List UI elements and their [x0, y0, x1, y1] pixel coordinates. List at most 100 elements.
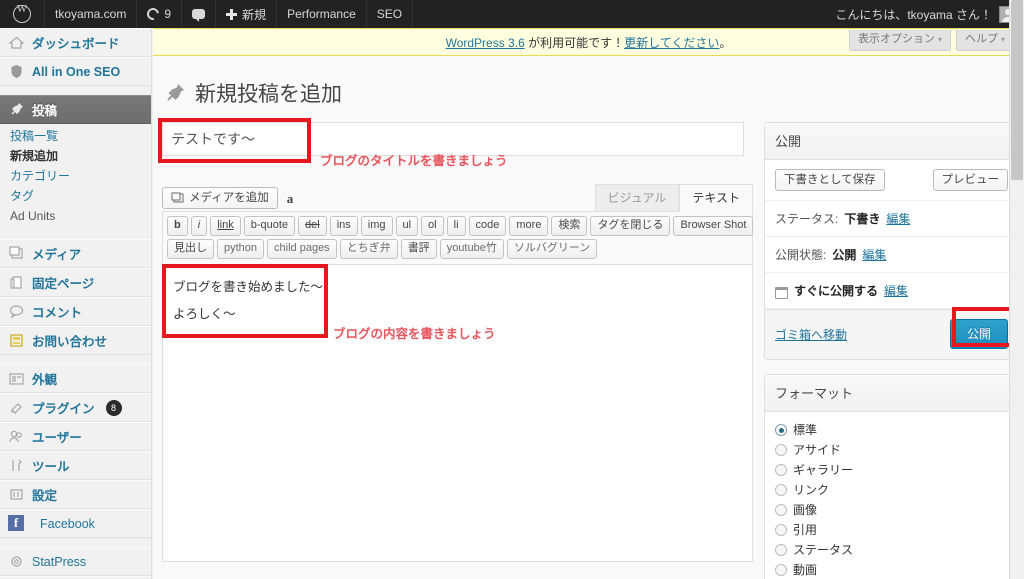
radio-icon[interactable]: [775, 464, 787, 476]
pin-icon: [8, 101, 25, 118]
add-media-button[interactable]: メディアを追加: [162, 186, 278, 209]
post-content-textarea[interactable]: ブログを書き始めました〜 よろしく〜 ブログの内容を書きましょう: [162, 264, 753, 562]
sidebar-item-appearance[interactable]: 外観: [0, 364, 151, 393]
qt-button-browser-shot[interactable]: Browser Shot: [673, 216, 754, 236]
qt-button-li[interactable]: li: [446, 216, 466, 236]
updates-menu[interactable]: 9: [137, 0, 183, 28]
site-name-menu[interactable]: tkoyama.com: [45, 0, 138, 28]
qt-button-heading[interactable]: 見出し: [167, 239, 214, 259]
sidebar-item-tools[interactable]: ツール: [0, 451, 151, 480]
admin-sidebar: ダッシュボード All in One SEO 投稿 投稿一覧 新規追加 カテゴリ…: [0, 28, 152, 579]
update-now-link[interactable]: 更新してください: [624, 36, 719, 50]
move-to-trash-link[interactable]: ゴミ箱へ移動: [775, 326, 847, 343]
format-option-gallery[interactable]: ギャラリー: [775, 460, 1008, 480]
status-row: ステータス: 下書き 編集: [765, 201, 1018, 237]
format-option-standard[interactable]: 標準: [775, 420, 1008, 440]
qt-button-b[interactable]: b: [167, 216, 188, 236]
qt-button-del[interactable]: del: [298, 216, 327, 236]
radio-icon[interactable]: [775, 484, 787, 496]
seo-label: SEO: [376, 7, 403, 21]
qt-button-close-tags[interactable]: タグを閉じる: [590, 216, 671, 236]
qt-button-child-pages[interactable]: child pages: [267, 239, 337, 259]
schedule-edit-link[interactable]: 編集: [884, 282, 908, 299]
admin-bar: tkoyama.com 9 新規 Performance SEO こんにちは、t…: [0, 0, 1024, 28]
qt-button-link[interactable]: link: [210, 216, 241, 236]
plugins-icon: [8, 399, 25, 416]
sidebar-item-dashboard[interactable]: ダッシュボード: [0, 28, 151, 57]
sidebar-subitem-ad-units[interactable]: Ad Units: [0, 206, 151, 226]
sidebar-item-settings[interactable]: 設定: [0, 480, 151, 509]
sidebar-label-appearance: 外観: [32, 373, 58, 387]
wordpress-version-link[interactable]: WordPress 3.6: [446, 36, 525, 50]
sidebar-item-plugins[interactable]: プラグイン 8: [0, 393, 151, 422]
format-option-link[interactable]: リンク: [775, 480, 1008, 500]
new-content-menu[interactable]: 新規: [216, 0, 278, 28]
sidebar-item-all-in-one-seo[interactable]: All in One SEO: [0, 57, 151, 86]
sidebar-subitem-categories[interactable]: カテゴリー: [0, 166, 151, 186]
radio-icon[interactable]: [775, 524, 787, 536]
scrollbar-thumb[interactable]: [1011, 0, 1023, 180]
sidebar-item-comments[interactable]: コメント: [0, 297, 151, 326]
status-edit-link[interactable]: 編集: [886, 210, 910, 227]
sidebar-item-posts[interactable]: 投稿: [0, 95, 151, 124]
radio-icon[interactable]: [775, 424, 787, 436]
amazon-icon[interactable]: a: [287, 191, 294, 207]
qt-button-more[interactable]: more: [509, 216, 549, 236]
visibility-label: 公開状態:: [775, 248, 827, 262]
sidebar-item-users[interactable]: ユーザー: [0, 422, 151, 451]
sidebar-label-settings: 設定: [32, 489, 58, 503]
qt-button-ins[interactable]: ins: [329, 216, 358, 236]
page-scrollbar[interactable]: [1009, 0, 1024, 579]
qt-button-ol[interactable]: ol: [421, 216, 444, 236]
site-name-label: tkoyama.com: [55, 7, 127, 21]
add-media-label: メディアを追加: [189, 191, 269, 204]
visibility-edit-link[interactable]: 編集: [862, 246, 886, 263]
help-tab[interactable]: ヘルプ ▾: [955, 30, 1014, 51]
tab-text[interactable]: テキスト: [679, 184, 753, 212]
pin-icon: [163, 81, 187, 105]
quicktags-toolbar: b i link b-quote del ins img ul ol li co…: [162, 211, 754, 264]
users-icon: [8, 428, 25, 445]
qt-button-youtube[interactable]: youtube竹: [439, 239, 504, 259]
format-option-image[interactable]: 画像: [775, 500, 1008, 520]
qt-button-img[interactable]: img: [360, 216, 393, 236]
tab-visual[interactable]: ビジュアル: [594, 184, 680, 212]
qt-button-book-review[interactable]: 書評: [400, 239, 437, 259]
format-option-status[interactable]: ステータス: [775, 540, 1008, 560]
sidebar-item-statpress[interactable]: StatPress: [0, 547, 151, 576]
quicktags-row-1: b i link b-quote del ins img ul ol li co…: [167, 216, 754, 236]
qt-button-tochigiben[interactable]: とちぎ弁: [339, 239, 398, 259]
sidebar-item-media[interactable]: メディア: [0, 239, 151, 268]
comments-menu[interactable]: [182, 0, 217, 28]
radio-icon[interactable]: [775, 444, 787, 456]
radio-icon[interactable]: [775, 504, 787, 516]
radio-icon[interactable]: [775, 544, 787, 556]
qt-button-python[interactable]: python: [217, 239, 265, 259]
format-option-aside[interactable]: アサイド: [775, 440, 1008, 460]
sidebar-subitem-posts-list[interactable]: 投稿一覧: [0, 126, 151, 146]
format-option-video[interactable]: 動画: [775, 560, 1008, 579]
qt-button-code[interactable]: code: [468, 216, 507, 236]
account-menu[interactable]: こんにちは、tkoyama さん！: [823, 0, 1024, 28]
publish-button[interactable]: 公開: [949, 319, 1008, 349]
qt-button-ul[interactable]: ul: [395, 216, 419, 236]
qt-button-i[interactable]: i: [190, 216, 208, 236]
preview-button[interactable]: プレビュー: [932, 169, 1008, 191]
seo-menu[interactable]: SEO: [367, 0, 414, 28]
sidebar-item-contact[interactable]: お問い合わせ: [0, 326, 151, 355]
qt-button-solver-green[interactable]: ソルバグリーン: [506, 239, 598, 259]
qt-button-search[interactable]: 検索: [551, 216, 588, 236]
screen-options-tab[interactable]: 表示オプション ▾: [848, 30, 951, 51]
performance-menu[interactable]: Performance: [277, 0, 367, 28]
radio-icon[interactable]: [775, 564, 787, 576]
qt-button-b-quote[interactable]: b-quote: [243, 216, 296, 236]
sidebar-item-facebook[interactable]: f Facebook: [0, 509, 151, 538]
wp-logo-menu[interactable]: [0, 0, 45, 28]
sidebar-subitem-add-new[interactable]: 新規追加: [0, 146, 151, 166]
dashboard-home-icon: [8, 34, 25, 51]
sidebar-label-all-in-one-seo: All in One SEO: [32, 64, 121, 79]
save-draft-button[interactable]: 下書きとして保存: [775, 169, 885, 191]
format-option-quote[interactable]: 引用: [775, 520, 1008, 540]
sidebar-subitem-tags[interactable]: タグ: [0, 186, 151, 206]
sidebar-item-pages[interactable]: 固定ページ: [0, 268, 151, 297]
